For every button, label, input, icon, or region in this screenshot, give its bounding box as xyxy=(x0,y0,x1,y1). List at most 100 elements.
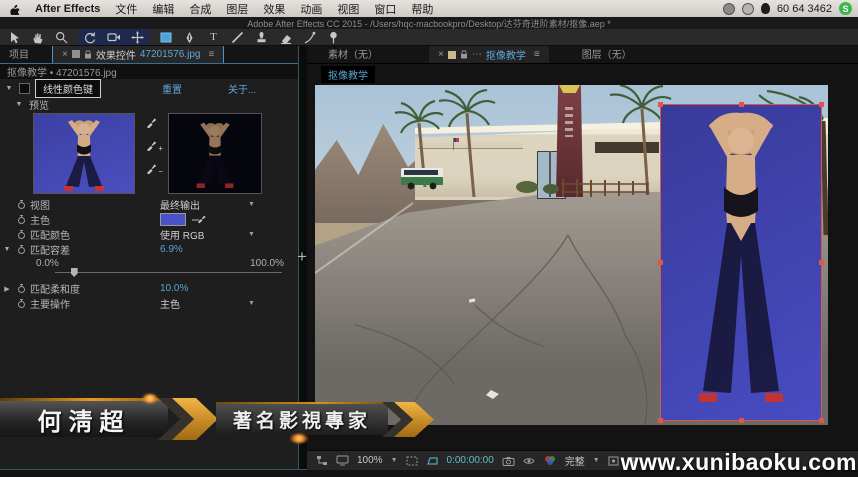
qq-icon[interactable] xyxy=(761,3,770,14)
layer-handle-mid-left[interactable] xyxy=(658,260,663,265)
apple-menu-icon[interactable] xyxy=(10,3,20,15)
mute-status-icon[interactable] xyxy=(742,3,754,15)
watermark: www.xunibaoku.com xyxy=(621,449,857,476)
preview-section-row: ▼ 预览 xyxy=(0,97,298,111)
share-app-icon[interactable]: S xyxy=(839,2,852,15)
rotation-tool-icon[interactable] xyxy=(82,30,97,44)
tab-project[interactable]: 项目 xyxy=(0,44,38,63)
tab-footage[interactable]: 素材（无） xyxy=(319,44,387,63)
layer-handle-bottom-left[interactable] xyxy=(658,418,663,423)
flowchart-icon[interactable] xyxy=(316,455,328,466)
selection-tool-icon[interactable] xyxy=(6,30,21,44)
zoom-dropdown-arrow-icon[interactable]: ▼ xyxy=(391,457,398,464)
menu-composition[interactable]: 合成 xyxy=(189,1,211,17)
menu-view[interactable]: 视图 xyxy=(337,1,359,17)
dropdown-arrow-icon[interactable]: ▼ xyxy=(248,201,255,208)
lock-icon[interactable] xyxy=(460,50,468,59)
app-menu-after-effects[interactable]: After Effects xyxy=(35,3,100,15)
stopwatch-icon[interactable] xyxy=(14,229,28,240)
resolution-dropdown-arrow-icon[interactable]: ▼ xyxy=(593,457,600,464)
twirl-down-icon[interactable]: ▼ xyxy=(0,246,14,253)
snapshot-camera-icon[interactable] xyxy=(502,456,515,466)
menu-file[interactable]: 文件 xyxy=(115,1,137,17)
effect-enable-checkbox[interactable] xyxy=(19,83,30,94)
record-status-icon[interactable] xyxy=(723,3,735,15)
dropdown-arrow-icon[interactable]: ▼ xyxy=(248,300,255,307)
tolerance-slider-handle[interactable] xyxy=(71,268,78,277)
matching-softness-value[interactable]: 10.0% xyxy=(160,283,188,294)
show-snapshot-icon[interactable] xyxy=(523,456,535,466)
brush-tool-icon[interactable] xyxy=(230,30,245,44)
puppet-pin-tool-icon[interactable] xyxy=(326,30,341,44)
hand-tool-icon[interactable] xyxy=(30,30,45,44)
view-dropdown[interactable]: 最终输出 xyxy=(160,197,200,212)
rectangle-tool-icon[interactable] xyxy=(158,30,173,44)
tolerance-slider-track[interactable] xyxy=(55,272,282,273)
tab-composition[interactable]: × ⋯ 抠像教学 ≡ xyxy=(429,46,549,63)
dropdown-arrow-icon[interactable]: ▼ xyxy=(248,231,255,238)
panel-menu-icon[interactable]: ≡ xyxy=(208,49,214,60)
fast-previews-icon[interactable] xyxy=(608,456,619,466)
eraser-tool-icon[interactable] xyxy=(278,30,293,44)
close-tab-icon[interactable]: × xyxy=(62,49,68,60)
clone-stamp-tool-icon[interactable] xyxy=(254,30,269,44)
menu-effect[interactable]: 效果 xyxy=(263,1,285,17)
effect-about-link[interactable]: 关于... xyxy=(228,81,256,96)
resolution-setting[interactable]: 完整 xyxy=(565,453,585,468)
param-view: 视图 最终输出 ▼ xyxy=(0,197,298,212)
layer-handle-top-right[interactable] xyxy=(819,102,824,107)
display-icon[interactable] xyxy=(336,455,349,466)
eyedropper-icon[interactable] xyxy=(146,117,157,128)
comp-breadcrumb[interactable]: 抠像教学 xyxy=(321,66,375,83)
key-color-eyedropper-icon[interactable] xyxy=(192,215,206,225)
keyed-thumbnail[interactable] xyxy=(168,113,262,194)
twirl-right-icon[interactable]: ▶ xyxy=(0,285,14,293)
key-operation-dropdown[interactable]: 主色 xyxy=(160,296,180,311)
stopwatch-icon[interactable] xyxy=(14,199,28,210)
pen-tool-icon[interactable] xyxy=(182,30,197,44)
menu-edit[interactable]: 编辑 xyxy=(152,1,174,17)
key-color-swatch[interactable] xyxy=(160,213,186,226)
close-tab-icon[interactable]: × xyxy=(438,49,444,60)
comp-icon xyxy=(448,51,456,59)
eyedropper-minus-icon[interactable]: − xyxy=(146,163,157,174)
menu-animation[interactable]: 动画 xyxy=(300,1,322,17)
layer-handle-top-left[interactable] xyxy=(658,102,663,107)
lock-icon[interactable] xyxy=(84,50,92,59)
pan-behind-tool-icon[interactable] xyxy=(130,30,145,44)
safe-margins-icon[interactable] xyxy=(426,456,439,466)
effect-name[interactable]: 线性颜色键 xyxy=(35,79,101,98)
layer-handle-bottom-right[interactable] xyxy=(819,418,824,423)
model-layer[interactable] xyxy=(660,104,822,421)
layer-handle-top-center[interactable] xyxy=(739,102,744,107)
twirl-down-icon[interactable]: ▼ xyxy=(4,85,14,92)
type-tool-icon[interactable]: T xyxy=(206,30,221,44)
stopwatch-icon[interactable] xyxy=(14,298,28,309)
layer-handle-mid-right[interactable] xyxy=(819,260,824,265)
twirl-down-icon[interactable]: ▼ xyxy=(14,101,24,108)
menu-help[interactable]: 帮助 xyxy=(411,1,433,17)
viewer-canvas[interactable] xyxy=(307,63,858,450)
match-colors-dropdown[interactable]: 使用 RGB xyxy=(160,227,204,242)
eyedropper-plus-icon[interactable]: + xyxy=(146,140,157,151)
camera-tool-icon[interactable] xyxy=(106,30,121,44)
matching-tolerance-value[interactable]: 6.9% xyxy=(160,244,183,255)
tab-effect-controls[interactable]: × 效果控件 47201576.jpg ≡ xyxy=(52,44,224,63)
show-channels-icon[interactable] xyxy=(543,455,557,466)
current-timecode[interactable]: 0:00:00:00 xyxy=(447,455,494,466)
zoom-tool-icon[interactable] xyxy=(54,30,69,44)
zoom-level[interactable]: 100% xyxy=(357,455,383,466)
source-thumbnail[interactable] xyxy=(33,113,135,194)
stopwatch-icon[interactable] xyxy=(14,244,28,255)
region-of-interest-icon[interactable] xyxy=(406,456,418,466)
menu-layer[interactable]: 图层 xyxy=(226,1,248,17)
menu-bar-status-icons: 60 64 3462 S xyxy=(723,0,852,17)
stopwatch-icon[interactable] xyxy=(14,283,28,294)
panel-menu-icon[interactable]: ≡ xyxy=(534,49,540,60)
effect-reset-link[interactable]: 重置 xyxy=(162,81,182,96)
stopwatch-icon[interactable] xyxy=(14,214,28,225)
roto-brush-tool-icon[interactable] xyxy=(302,30,317,44)
layer-handle-bottom-center[interactable] xyxy=(739,418,744,423)
tab-layer[interactable]: 图层（无） xyxy=(573,44,641,63)
menu-window[interactable]: 窗口 xyxy=(374,1,396,17)
